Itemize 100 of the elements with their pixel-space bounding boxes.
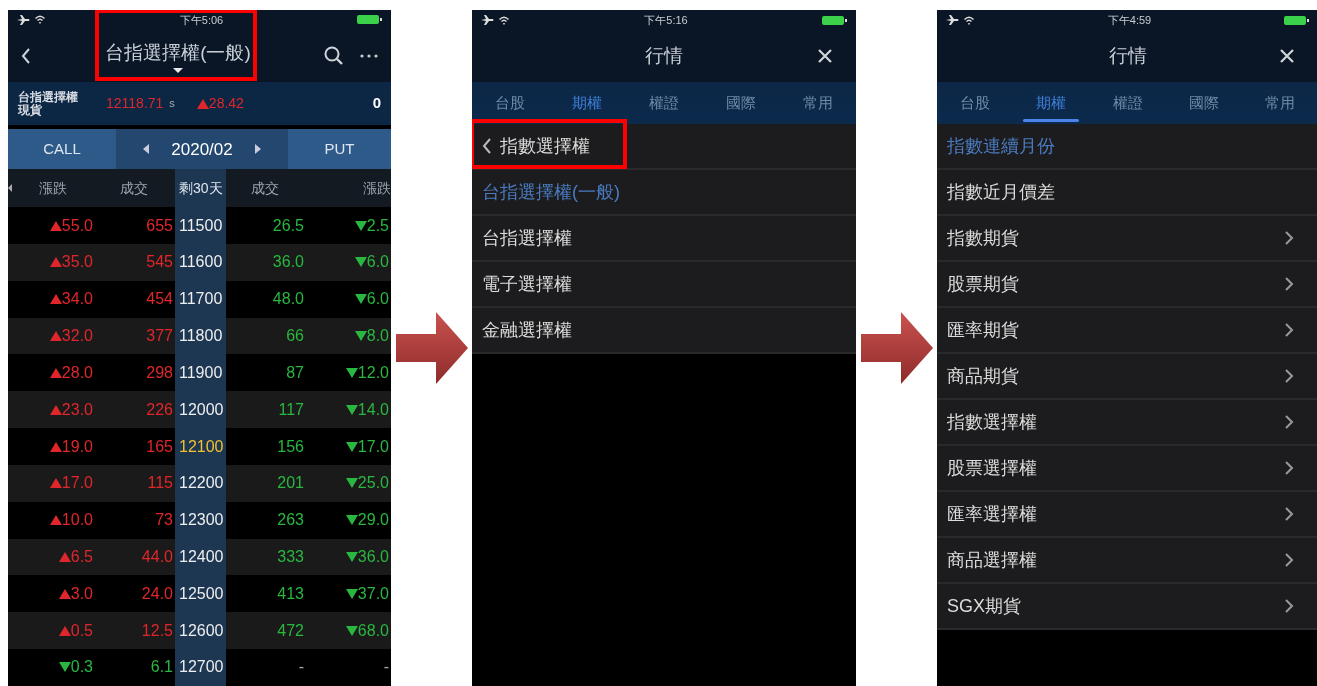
table-cell-text: 226 [145,399,174,420]
table-cell: 12700 [175,649,226,686]
price-change-label: 17.0 [61,473,93,494]
tab[interactable]: 台股 [937,82,1014,124]
quote-price: 12118.71 [106,94,164,114]
price-change-label: 37.0 [357,583,389,604]
price-change-label: 10.0 [61,510,93,531]
price-change-label: 32.0 [61,326,93,346]
tab[interactable]: 國際 [702,82,780,124]
column-header: 成交 [250,178,280,198]
price-change-label: 36.0 [357,547,389,567]
tab[interactable]: 期權 [548,82,626,124]
battery-icon [822,14,848,26]
tab[interactable]: 權證 [625,82,703,124]
table-cell-text: 12.5 [140,620,174,641]
table-cell-text: 87 [285,362,305,383]
table-cell: 11600 [175,243,226,281]
table-cell-text: 73 [154,510,174,531]
price-change-label: 28.42 [208,94,244,114]
table-cell: 11700 [175,280,226,318]
menu-item[interactable]: SGX期貨 [937,584,1317,630]
wifi-icon [963,14,975,26]
menu-item[interactable]: 台指選擇權(一般) [472,170,856,216]
table-cell-text: 165 [145,436,174,457]
column-header: 漲跌 [37,178,68,198]
table-cell: 11900 [175,354,226,392]
tab[interactable]: 國際 [1165,82,1242,124]
quote-volume: 0 [372,93,381,114]
menu-item[interactable]: 股票選擇權 [937,446,1317,492]
price-change-label: 0.5 [70,620,93,641]
back-icon[interactable] [20,46,32,65]
menu-item[interactable]: 匯率期貨 [937,308,1317,354]
price-change-label: 28.0 [61,362,93,383]
table-cell-text: 24.0 [140,583,174,604]
price-change-label: 34.0 [61,289,93,310]
menu-item[interactable]: 匯率選擇權 [937,492,1317,538]
table-cell-text: 413 [276,583,305,604]
tab[interactable]: 權證 [1089,82,1166,124]
table-cell-text: 201 [276,473,305,494]
wifi-icon [498,14,510,26]
screen-title: 行情 [645,43,683,68]
menu-item[interactable]: 台指選擇權 [472,216,856,262]
battery-icon [1284,14,1310,26]
caret-icon[interactable] [173,67,183,73]
battery-icon [357,14,383,26]
menu-item[interactable]: 指數連續月份 [937,124,1317,170]
price-change-label: 12.0 [357,362,389,383]
tab[interactable]: 常用 [1241,82,1317,124]
table-cell-text: 48.0 [271,289,305,310]
menu-item[interactable]: 股票期貨 [937,262,1317,308]
wifi-icon [34,14,46,26]
price-change-label: 29.0 [357,510,389,531]
price-change-label: 3.0 [70,583,93,604]
more-icon[interactable] [359,52,379,59]
menu-item[interactable]: 電子選擇權 [472,262,856,308]
menu-item[interactable]: 指數近月價差 [937,170,1317,216]
table-cell-text: 26.5 [271,215,305,236]
tab[interactable]: 台股 [472,82,549,124]
close-icon[interactable] [816,47,834,65]
table-cell-text: 454 [145,289,174,310]
table-cell-text: 263 [276,510,305,531]
price-change-label: 25.0 [357,473,389,494]
back-link[interactable]: 指數選擇權 [500,132,590,160]
close-icon[interactable] [1278,47,1296,65]
previous-icon[interactable] [143,144,150,155]
table-cell: 12000 [175,391,226,429]
tab[interactable]: 常用 [779,82,856,124]
price-change-label: - [383,657,389,678]
price-change-label: 19.0 [61,436,93,457]
status-time: 下午4:59 [1107,12,1152,28]
table-cell-text: 6.1 [149,657,174,678]
price-change-label: 17.0 [357,436,389,457]
price-change-label: 6.5 [70,547,93,567]
tab[interactable]: 期權 [1013,82,1090,124]
menu-item[interactable]: 指數期貨 [937,216,1317,262]
menu-item[interactable]: 商品選擇權 [937,538,1317,584]
back-icon[interactable] [482,138,492,154]
menu-item[interactable]: 金融選擇權 [472,308,856,354]
table-cell-text: 472 [276,620,305,641]
table-cell-text: 117 [277,399,305,420]
instrument-name: 台指選擇權 [18,90,79,104]
price-change-label: 14.0 [357,399,389,420]
menu-item[interactable]: 商品期貨 [937,354,1317,400]
next-icon[interactable] [254,144,261,155]
screen-title: 行情 [1108,43,1147,68]
column-header: 漲跌 [362,178,391,198]
price-change-label: 23.0 [61,399,93,420]
menu-item[interactable]: 指數選擇權 [937,400,1317,446]
price-change-label: 55.0 [61,215,93,236]
price-suffix-label: s [169,96,175,112]
put-tab[interactable]: PUT [288,129,391,170]
table-cell-text: 655 [145,215,174,236]
call-tab[interactable]: CALL [8,129,116,170]
search-icon[interactable] [324,46,343,66]
price-change-label: 68.0 [357,620,389,641]
table-cell-text: 66 [285,326,305,346]
scroll-left-icon[interactable] [8,184,12,193]
table-cell: 11500 [175,207,226,244]
price-change-label: 35.0 [61,252,93,273]
table-cell: 12200 [175,464,226,502]
